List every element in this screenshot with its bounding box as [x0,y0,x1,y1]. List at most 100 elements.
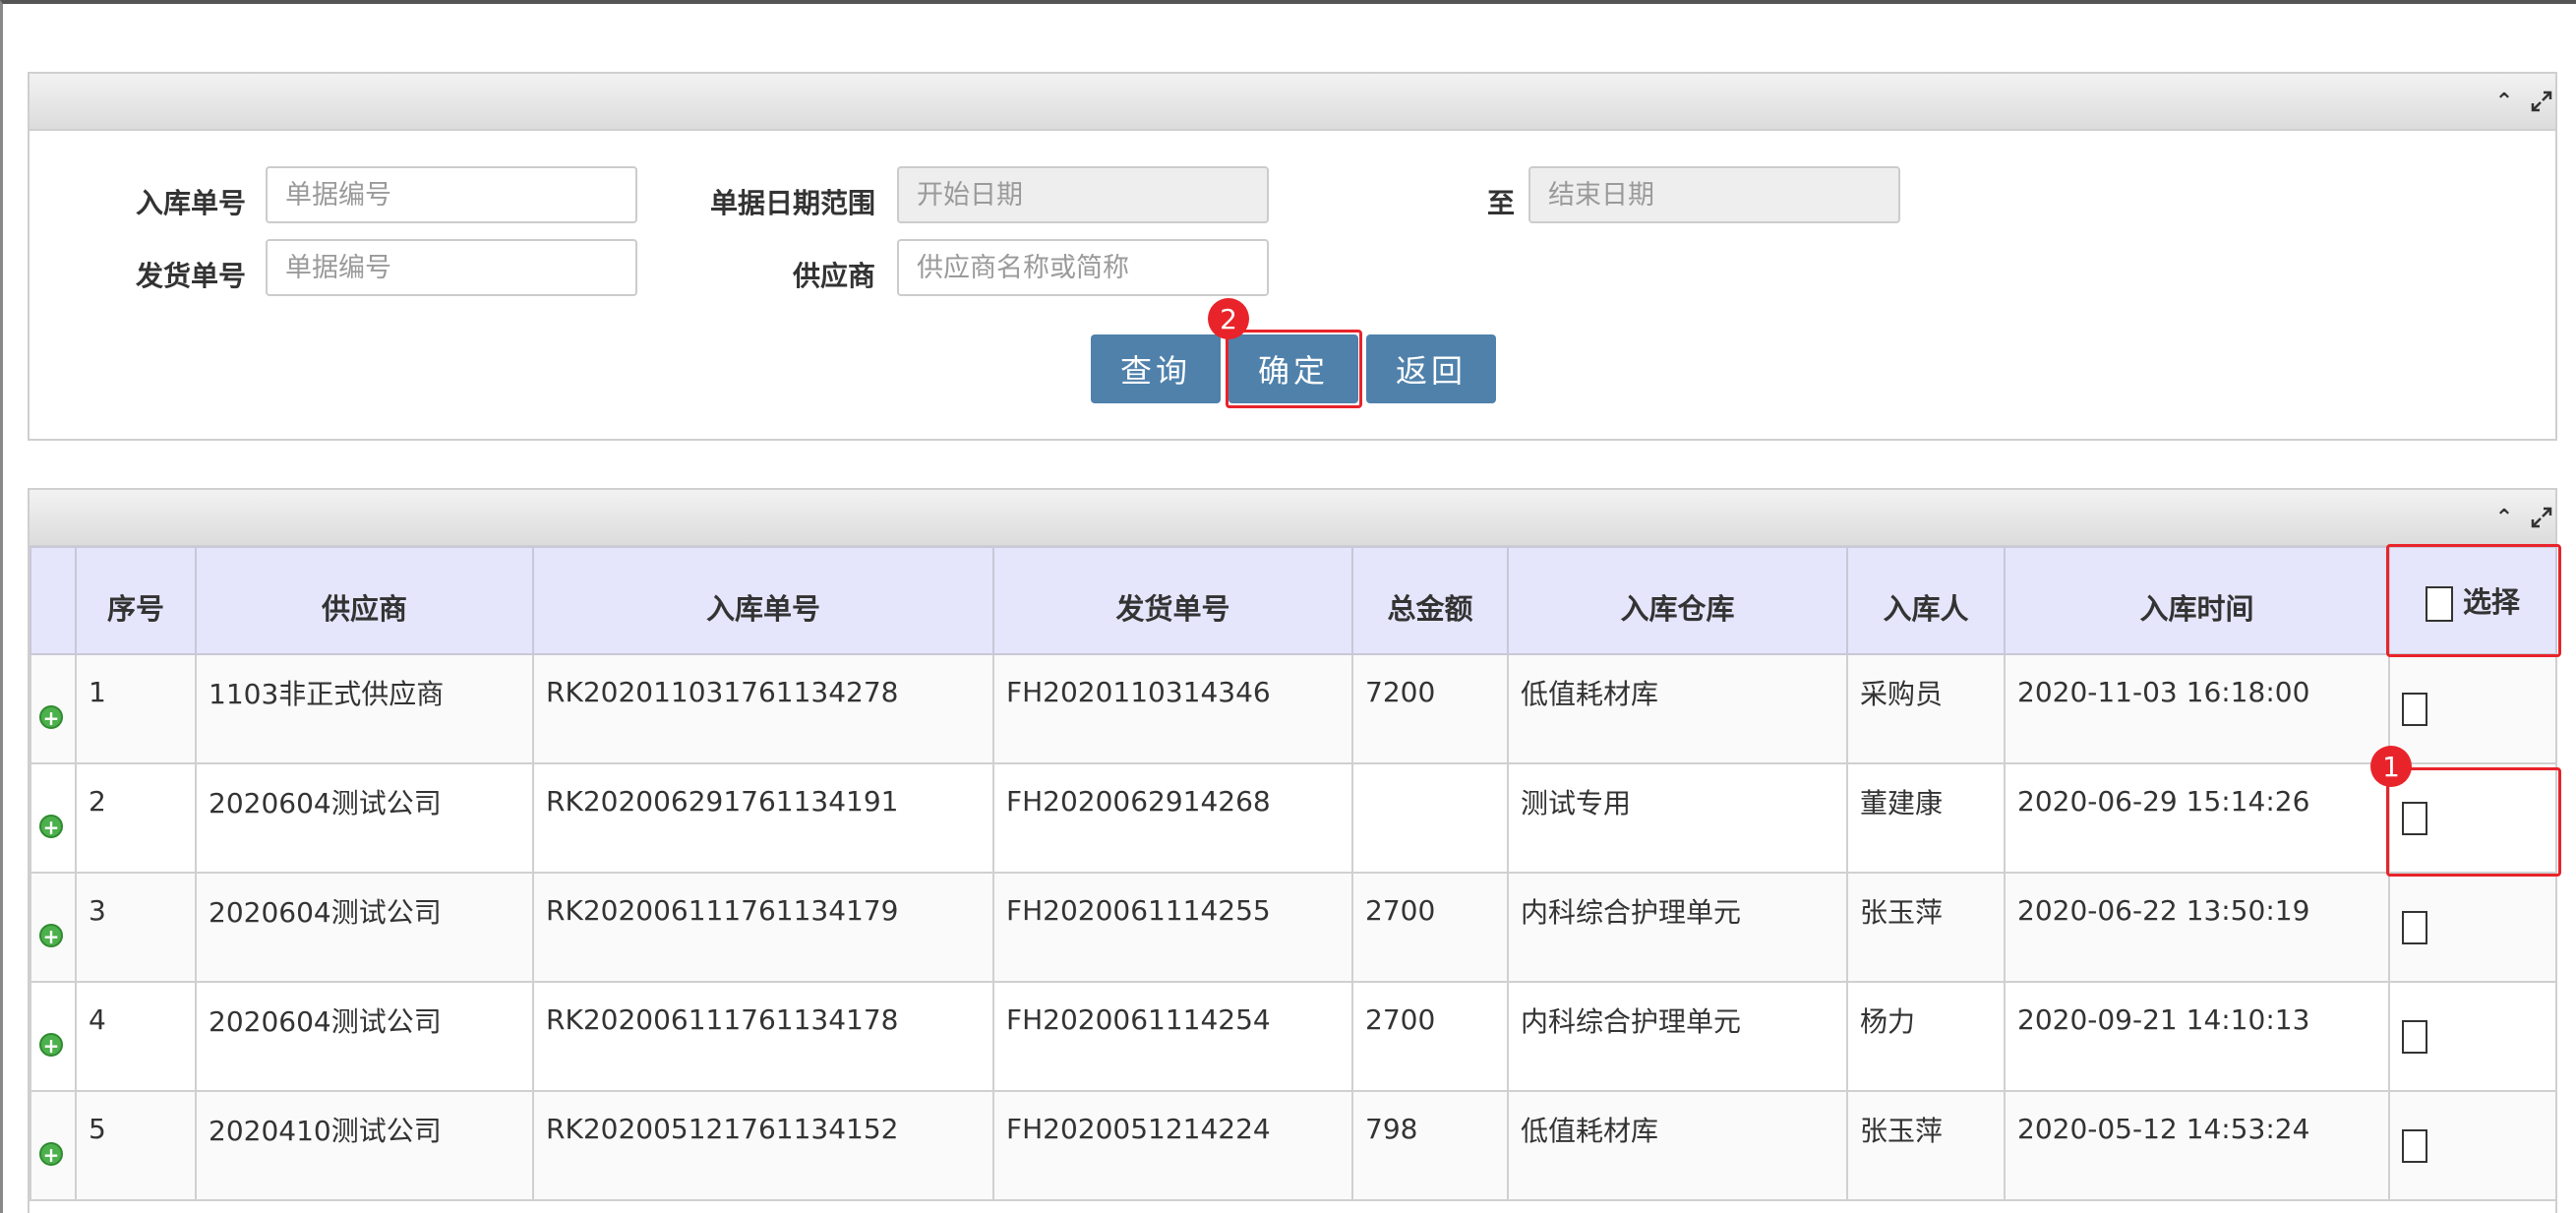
table-header-row: 序号 供应商 入库单号 发货单号 总金额 入库仓库 入库人 入库时间 选择 [30,546,2557,655]
cell-amount [1351,762,1509,874]
expand-icon-svg [2531,507,2552,528]
back-button[interactable]: 返回 [1366,334,1496,403]
row-expand-cell: + [30,981,77,1092]
search-panel-header: ⌃ [30,74,2555,131]
row-select-cell [2388,653,2557,764]
row-expand-cell: + [30,1090,77,1201]
col-warehouse-header[interactable]: 入库仓库 [1507,546,1848,655]
cell-amount: 2700 [1351,981,1509,1092]
cell-amount: 798 [1351,1090,1509,1201]
cell-amount: 2700 [1351,872,1509,983]
cell-receipt-no: RK202006291761134191 [532,762,994,874]
row-select-cell [2388,981,2557,1092]
cell-person: 张玉萍 [1846,872,2006,983]
cell-warehouse: 低值耗材库 [1507,1090,1848,1201]
cell-index: 2 [75,762,197,874]
cell-amount: 7200 [1351,653,1509,764]
results-table: 序号 供应商 入库单号 发货单号 总金额 入库仓库 入库人 入库时间 选择 +1… [30,546,2557,1201]
cell-delivery-no: FH2020061114254 [992,981,1353,1092]
table-row[interactable]: +3 2020604测试公司 RK202006111761134179 FH20200… [30,872,2557,983]
table-row[interactable]: +5 2020410测试公司 RK202005121761134152 FH20200… [30,1090,2557,1201]
cell-index: 1 [75,653,197,764]
expand-icon[interactable] [2528,504,2555,531]
col-amount-header[interactable]: 总金额 [1351,546,1509,655]
date-range-label: 单据日期范围 [709,187,875,219]
cell-delivery-no: FH2020061114255 [992,872,1353,983]
cell-index: 5 [75,1090,197,1201]
row-select-cell [2388,872,2557,983]
cell-person: 采购员 [1846,653,2006,764]
row-select-cell [2388,1090,2557,1201]
cell-receipt-no: RK202011031761134278 [532,653,994,764]
cell-warehouse: 低值耗材库 [1507,653,1848,764]
cell-delivery-no: FH2020110314346 [992,653,1353,764]
cell-receipt-no: RK202005121761134152 [532,1090,994,1201]
end-date-input[interactable] [1528,166,1900,223]
cell-time: 2020-06-29 15:14:26 [2004,762,2390,874]
col-supplier-header[interactable]: 供应商 [195,546,534,655]
row-select-checkbox[interactable] [2402,1020,2427,1054]
cell-time: 2020-09-21 14:10:13 [2004,981,2390,1092]
row-select-checkbox[interactable] [2402,693,2427,726]
delivery-no-input[interactable] [266,239,637,296]
row-expand-cell: + [30,872,77,983]
cell-time: 2020-11-03 16:18:00 [2004,653,2390,764]
cell-person: 张玉萍 [1846,1090,2006,1201]
col-receipt-no-header[interactable]: 入库单号 [532,546,994,655]
plus-circle-icon[interactable]: + [39,1142,63,1166]
col-time-header[interactable]: 入库时间 [2004,546,2390,655]
cell-time: 2020-05-12 14:53:24 [2004,1090,2390,1201]
receipt-no-label: 入库单号 [135,187,246,219]
plus-circle-icon[interactable]: + [39,815,63,838]
plus-circle-icon[interactable]: + [39,1033,63,1057]
col-delivery-no-header[interactable]: 发货单号 [992,546,1353,655]
delivery-no-label: 发货单号 [135,260,246,292]
to-label: 至 [1486,187,1515,219]
step-marker-1: 1 [2370,746,2412,787]
cell-supplier: 1103非正式供应商 [195,653,534,764]
table-row[interactable]: +2 2020604测试公司 RK202006291761134191 FH20200… [30,762,2557,874]
start-date-input[interactable] [897,166,1269,223]
col-person-header[interactable]: 入库人 [1846,546,2006,655]
cell-receipt-no: RK202006111761134179 [532,872,994,983]
cell-supplier: 2020604测试公司 [195,872,534,983]
cell-warehouse: 内科综合护理单元 [1507,872,1848,983]
supplier-input[interactable] [897,239,1269,296]
row-select-checkbox[interactable] [2402,1129,2427,1163]
search-panel: ⌃ 入库单号 单据日期范围 至 发货单号 供应商 查询 确定 返回 2 [28,72,2557,441]
row-select-checkbox[interactable] [2402,911,2427,944]
plus-circle-icon[interactable]: + [39,705,63,729]
query-button[interactable]: 查询 [1091,334,1221,403]
expand-icon-svg [2531,91,2552,112]
supplier-label: 供应商 [792,260,875,292]
col-expand-header [30,546,77,655]
cell-person: 杨力 [1846,981,2006,1092]
cell-person: 董建康 [1846,762,2006,874]
cell-supplier: 2020410测试公司 [195,1090,534,1201]
receipt-no-input[interactable] [266,166,637,223]
cell-delivery-no: FH2020051214224 [992,1090,1353,1201]
cell-index: 3 [75,872,197,983]
plus-circle-icon[interactable]: + [39,924,63,947]
row2-select-highlight-box [2386,767,2561,877]
cell-warehouse: 内科综合护理单元 [1507,981,1848,1092]
cell-supplier: 2020604测试公司 [195,981,534,1092]
row-expand-cell: + [30,653,77,764]
cell-time: 2020-06-22 13:50:19 [2004,872,2390,983]
confirm-highlight-box [1226,330,1362,408]
chevron-up-icon[interactable]: ⌃ [2490,88,2518,115]
expand-icon[interactable] [2528,88,2555,115]
select-header-highlight-box [2386,544,2561,657]
table-row[interactable]: +1 1103非正式供应商 RK202011031761134278 FH202011… [30,653,2557,764]
cell-warehouse: 测试专用 [1507,762,1848,874]
cell-delivery-no: FH2020062914268 [992,762,1353,874]
step-marker-2: 2 [1208,298,1249,339]
cell-index: 4 [75,981,197,1092]
chevron-up-icon[interactable]: ⌃ [2490,504,2518,531]
results-panel-header: ⌃ [30,490,2555,547]
col-index-header: 序号 [75,546,197,655]
results-panel: ⌃ 序号 供应商 入库单号 发货单号 总金额 入库仓库 入库人 入库时间 选择 … [28,488,2561,1213]
row-expand-cell: + [30,762,77,874]
table-row[interactable]: +4 2020604测试公司 RK202006111761134178 FH20200… [30,981,2557,1092]
cell-supplier: 2020604测试公司 [195,762,534,874]
